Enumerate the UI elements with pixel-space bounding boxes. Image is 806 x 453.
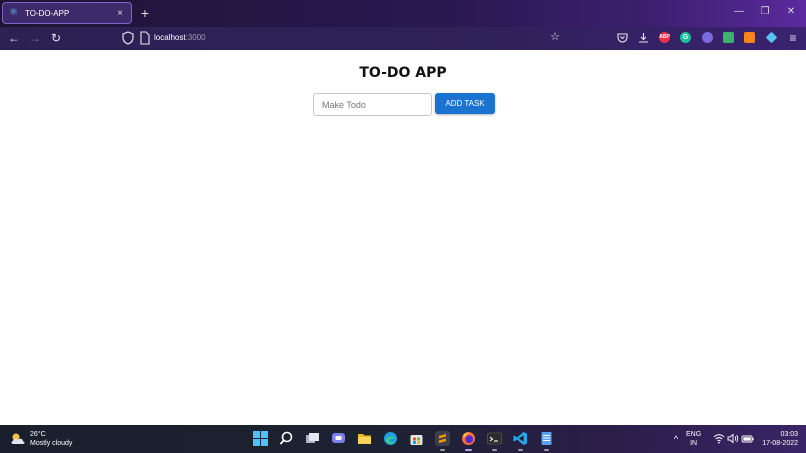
- add-task-button[interactable]: ADD TASK: [435, 93, 495, 114]
- taskbar: 26°C Mostly cloudy ^ ENG IN 03:03 17-08-…: [0, 425, 806, 453]
- restore-button[interactable]: ❐: [757, 4, 773, 20]
- metamask-icon[interactable]: [744, 32, 755, 43]
- back-button[interactable]: ←: [6, 30, 22, 46]
- weather-temp: 26°C: [30, 431, 46, 438]
- extension-green-icon[interactable]: [723, 32, 734, 43]
- language-bottom: IN: [690, 440, 698, 447]
- sublime-text-icon[interactable]: [435, 431, 450, 451]
- chat-teams-icon[interactable]: [331, 431, 346, 446]
- clock-date: 17-08-2022: [762, 440, 798, 447]
- clock[interactable]: 03:03 17-08-2022: [758, 430, 798, 448]
- close-window-button[interactable]: ✕: [783, 4, 799, 20]
- shield-icon[interactable]: [122, 31, 134, 45]
- firefox-icon[interactable]: [461, 431, 476, 451]
- store-icon[interactable]: [409, 431, 424, 446]
- cloud-icon: [11, 433, 25, 444]
- url-bar[interactable]: localhost:3000 ☆: [116, 29, 564, 48]
- gem-icon[interactable]: [765, 31, 778, 44]
- forward-button[interactable]: →: [27, 30, 43, 46]
- reload-button[interactable]: ↻: [48, 30, 64, 46]
- search-icon[interactable]: [279, 431, 294, 446]
- language-top: ENG: [686, 431, 702, 438]
- notepad-icon[interactable]: [539, 431, 554, 451]
- download-icon[interactable]: [638, 32, 649, 43]
- vscode-icon[interactable]: [513, 431, 528, 451]
- tab-title: TO-DO-APP: [25, 8, 70, 18]
- weather-widget[interactable]: 26°C Mostly cloudy: [10, 430, 72, 448]
- page-title: TO-DO APP: [359, 65, 447, 81]
- task-view-icon[interactable]: [305, 431, 320, 446]
- terminal-icon[interactable]: [487, 431, 502, 451]
- tab-close-icon[interactable]: ×: [115, 8, 125, 19]
- pocket-icon[interactable]: [617, 32, 628, 43]
- url-host: localhost: [154, 33, 186, 42]
- grammarly-icon[interactable]: G: [680, 32, 691, 43]
- chat-icon[interactable]: [702, 32, 713, 43]
- minimize-button[interactable]: —: [731, 4, 747, 20]
- language-indicator[interactable]: ENG IN: [686, 430, 701, 448]
- react-icon: ⚛: [9, 7, 18, 18]
- new-tab-button[interactable]: +: [138, 5, 152, 21]
- edge-icon[interactable]: [383, 431, 398, 446]
- adblock-icon[interactable]: ABP: [659, 32, 670, 43]
- browser-tab-strip: ⚛ TO-DO-APP × + — ❐ ✕: [0, 0, 806, 27]
- url-port: :3000: [185, 33, 206, 42]
- clock-time: 03:03: [780, 431, 798, 438]
- tab-todo-app[interactable]: ⚛ TO-DO-APP ×: [2, 2, 132, 24]
- page-content: TO-DO APP ADD TASK: [0, 50, 806, 425]
- todo-input[interactable]: [313, 93, 432, 116]
- menu-button[interactable]: ≡: [785, 30, 801, 46]
- battery-icon[interactable]: [741, 433, 755, 444]
- wifi-icon[interactable]: [713, 433, 725, 444]
- volume-icon[interactable]: [727, 433, 739, 444]
- browser-nav-bar: ← → ↻ localhost:3000 ☆ ABP G ≡: [0, 27, 806, 50]
- weather-condition: Mostly cloudy: [30, 440, 73, 447]
- file-explorer-icon[interactable]: [357, 431, 372, 446]
- bookmark-star-icon[interactable]: ☆: [550, 30, 560, 43]
- windows-start-icon[interactable]: [253, 431, 268, 446]
- page-icon[interactable]: [140, 31, 150, 45]
- url-text[interactable]: localhost:3000: [154, 33, 206, 42]
- tray-chevron-icon[interactable]: ^: [670, 433, 682, 445]
